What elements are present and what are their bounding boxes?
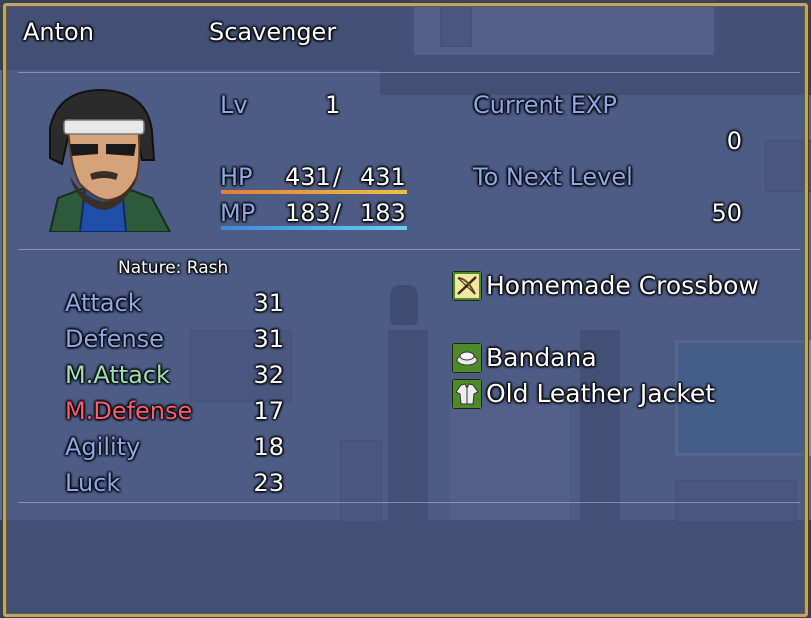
bandana-icon	[452, 343, 482, 373]
current-exp-value: 0	[726, 127, 742, 155]
nature-text: Nature: Rash	[118, 258, 229, 278]
current-exp-label: Current EXP	[473, 91, 617, 119]
param-label: Defense	[65, 325, 164, 353]
equipment-item: Bandana	[486, 343, 597, 372]
mp-gauge-fill	[221, 226, 407, 230]
actor-class: Scavenger	[209, 18, 337, 46]
equipment-item: Homemade Crossbow	[486, 271, 759, 300]
mp-current: 183	[285, 199, 331, 227]
mp-label: MP	[220, 199, 256, 227]
actor-portrait	[48, 88, 172, 232]
param-label: Attack	[65, 289, 142, 317]
mp-gauge	[221, 226, 407, 230]
crossbow-icon	[452, 271, 482, 301]
param-value: 32	[253, 361, 284, 389]
separator	[18, 249, 800, 250]
param-label: Luck	[65, 469, 121, 497]
hp-slash: /	[333, 163, 342, 191]
game-screen: Anton Scavenger Lv 1 HP 431 / 431 MP 183…	[0, 0, 811, 618]
next-level-value: 50	[711, 199, 742, 227]
level-label: Lv	[220, 91, 248, 119]
param-value: 18	[253, 433, 284, 461]
param-value: 17	[253, 397, 284, 425]
jacket-icon	[452, 379, 482, 409]
separator	[18, 502, 800, 503]
param-label: M.Defense	[65, 397, 193, 425]
mp-slash: /	[333, 199, 342, 227]
hp-current: 431	[285, 163, 331, 191]
hp-max: 431	[360, 163, 406, 191]
level-value: 1	[325, 91, 341, 119]
param-label: Agility	[65, 433, 141, 461]
equipment-item: Old Leather Jacket	[486, 379, 716, 408]
actor-name: Anton	[23, 18, 94, 46]
param-value: 23	[253, 469, 284, 497]
separator	[18, 72, 800, 73]
hp-gauge	[221, 190, 407, 194]
param-value: 31	[253, 325, 284, 353]
mp-max: 183	[360, 199, 406, 227]
hp-label: HP	[220, 163, 253, 191]
param-label: M.Attack	[65, 361, 170, 389]
param-value: 31	[253, 289, 284, 317]
hp-gauge-fill	[221, 190, 407, 194]
next-level-label: To Next Level	[473, 163, 633, 191]
